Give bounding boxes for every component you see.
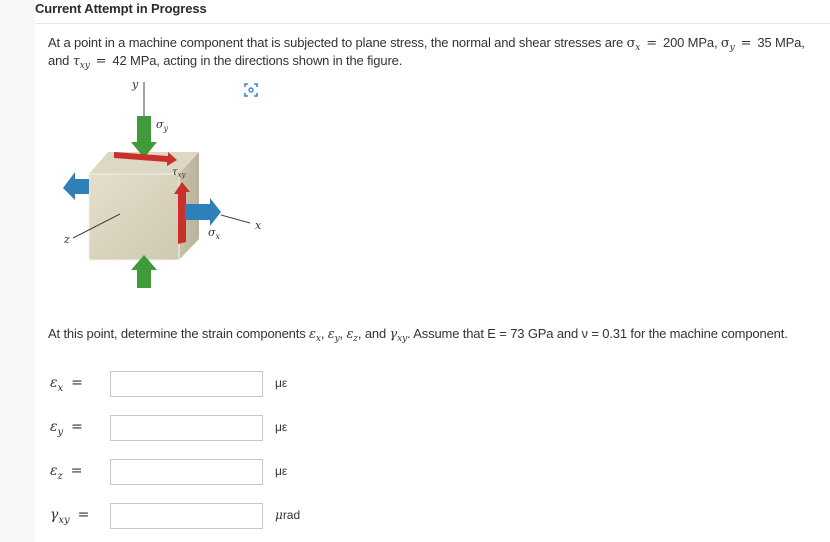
equals-sign: = [95,54,107,69]
epsilon-z-input[interactable] [110,459,263,485]
question-suffix: . Assume that E = 73 GPa and ν = 0.31 fo… [407,326,788,341]
sigma-y-label: σy [156,118,169,133]
sigma-x-label: σx [208,226,221,241]
gamma-xy-unit: μrad [275,508,301,522]
sigma-y-value: 35 MPa, [757,35,805,50]
sigma-x-value: 200 MPa, [662,35,718,50]
left-gutter [0,0,35,542]
sigma-x-symbol: σx [626,36,641,53]
epsilon-x-label: εx = [50,375,83,394]
gamma-xy-symbol: γxy [389,327,408,344]
epsilon-x-symbol: εx [309,327,321,344]
and-text: and [48,53,70,68]
attempt-status-title: Current Attempt in Progress [35,1,207,16]
epsilon-y-unit: με [275,420,288,434]
epsilon-x-input[interactable] [110,371,263,397]
question-prefix: At this point, determine the strain comp… [48,326,306,341]
epsilon-z-label: εz = [50,463,83,482]
y-axis-label: y [131,78,139,91]
zoom-in-icon[interactable] [243,82,259,98]
epsilon-y-input[interactable] [110,415,263,441]
intro-text: At a point in a machine component that i… [48,35,624,50]
gamma-xy-input[interactable] [110,503,263,529]
attempt-header: Current Attempt in Progress [35,0,830,24]
x-axis-label: x [255,219,262,232]
epsilon-y-label: εy = [50,419,83,438]
z-axis-label: z [63,233,70,246]
tau-xy-symbol: τxy [72,54,90,71]
sigma-y-arrow-top [131,116,157,158]
epsilon-x-unit: με [275,376,288,390]
sigma-x-arrow-left [63,172,89,200]
epsilon-z-symbol: εz [346,327,358,344]
equals-sign: = [740,36,752,51]
x-axis-line [220,214,251,224]
stress-element-figure: y σy τxy x σx z [40,72,280,302]
and-text: and [364,326,387,341]
gamma-xy-label: γxy = [50,507,90,526]
epsilon-y-symbol: εy [327,327,340,344]
cube-front-face [88,173,180,261]
tau-xy-value: 42 MPa, acting in the directions shown i… [112,53,403,68]
stress-cube-diagram: y σy τxy x σx z [63,78,262,288]
equals-sign: = [646,36,657,51]
question-text: At this point, determine the strain comp… [48,326,788,344]
epsilon-z-unit: με [275,464,288,478]
sigma-y-symbol: σy [720,36,735,53]
